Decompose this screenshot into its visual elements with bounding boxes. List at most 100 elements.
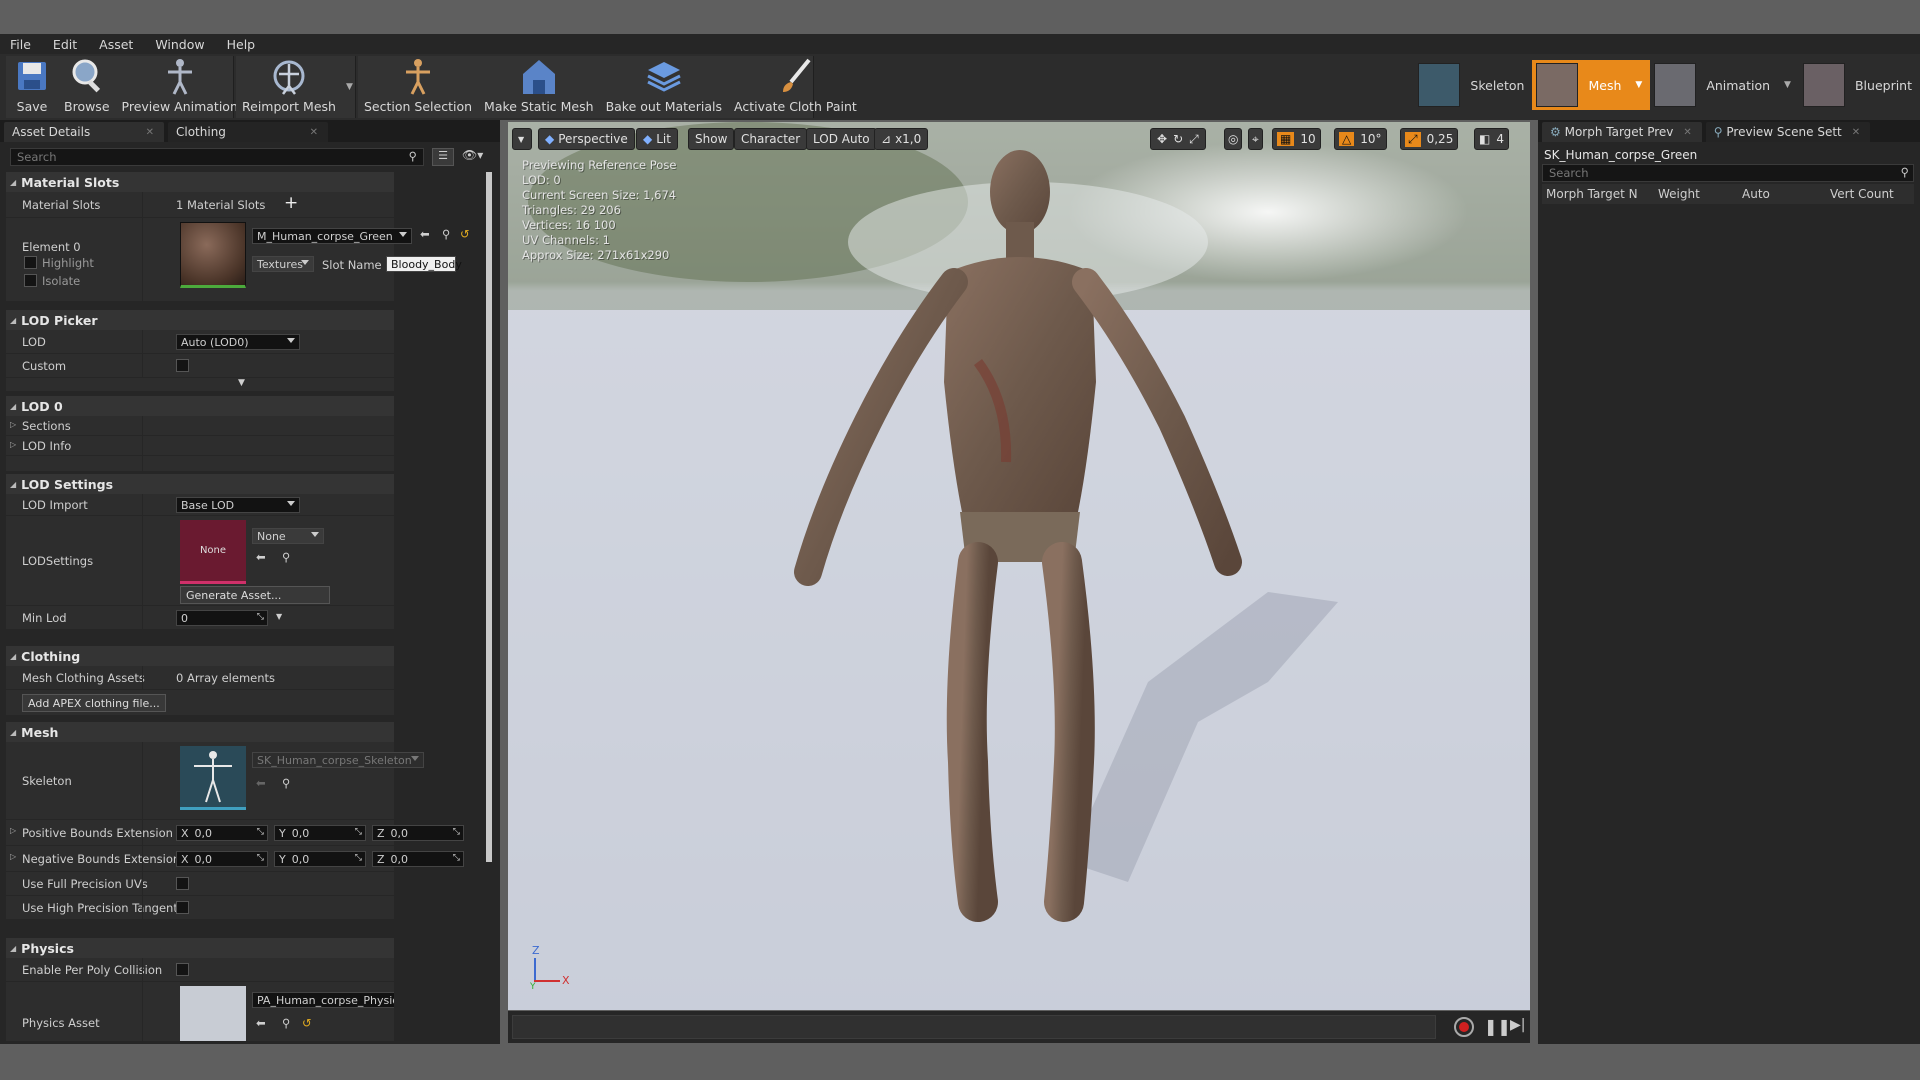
timeline-scrubber[interactable] — [512, 1015, 1436, 1039]
material-combo[interactable]: M_Human_corpse_Green — [252, 228, 412, 244]
browse-icon[interactable]: ⚲ — [282, 776, 290, 790]
skeleton-thumbnail[interactable] — [180, 746, 246, 810]
menu-edit[interactable]: Edit — [53, 37, 77, 52]
isolate-checkbox[interactable] — [24, 274, 37, 287]
tab-clothing[interactable]: Clothing ✕ — [168, 122, 328, 142]
section-lod-picker[interactable]: ◢ LOD Picker — [6, 310, 394, 330]
physics-asset-combo[interactable]: PA_Human_corpse_PhysicsAsset — [252, 992, 394, 1008]
record-button[interactable] — [1454, 1017, 1474, 1037]
mode-animation-dropdown-icon[interactable]: ▼ — [1784, 80, 1791, 90]
surface-snap-toggle[interactable]: ⌖ — [1248, 128, 1263, 150]
mode-mesh-dropdown-icon[interactable]: ▼ — [1635, 80, 1642, 90]
section-selection-button[interactable]: Section Selection — [358, 56, 478, 118]
lod-auto-button[interactable]: LOD Auto — [806, 128, 877, 150]
highlight-checkbox[interactable] — [24, 256, 37, 269]
mode-animation[interactable]: Animation ▼ — [1650, 60, 1799, 110]
playback-speed-button[interactable]: ⊿ x1,0 — [874, 128, 929, 150]
positive-bounds-x[interactable]: X 0,0 ⤡ — [176, 825, 268, 841]
browse-icon[interactable]: ⚲ — [282, 1016, 290, 1030]
lodsettings-combo[interactable]: None — [252, 528, 324, 544]
details-search-input[interactable]: Search ⚲ — [10, 148, 424, 166]
section-clothing[interactable]: ◢ Clothing — [6, 646, 394, 666]
section-material-slots[interactable]: ◢ Material Slots — [6, 172, 394, 192]
add-apex-button[interactable]: Add APEX clothing file... — [22, 694, 166, 712]
browse-icon[interactable]: ⚲ — [282, 550, 290, 564]
add-icon[interactable]: + — [284, 193, 298, 213]
column-morph-target-name[interactable]: Morph Target N — [1546, 187, 1638, 201]
save-button[interactable]: Save — [6, 56, 58, 118]
menu-help[interactable]: Help — [227, 37, 256, 52]
menu-asset[interactable]: Asset — [99, 37, 133, 52]
section-mesh[interactable]: ◢ Mesh — [6, 722, 394, 742]
lod-import-dropdown[interactable]: Base LOD — [176, 497, 300, 513]
section-lod0[interactable]: ◢ LOD 0 — [6, 396, 394, 416]
pause-button[interactable]: ❚❚ — [1484, 1017, 1511, 1036]
tab-preview-scene-settings[interactable]: ⚲ Preview Scene Sett ✕ — [1705, 122, 1871, 142]
scale-snap[interactable]: ⤢ 0,25 — [1400, 128, 1459, 150]
column-weight[interactable]: Weight — [1658, 187, 1700, 201]
menu-file[interactable]: File — [10, 37, 31, 52]
menu-window[interactable]: Window — [155, 37, 204, 52]
use-selected-icon[interactable]: ⬅ — [256, 1016, 266, 1030]
bake-out-materials-button[interactable]: Bake out Materials — [600, 56, 728, 118]
generate-asset-button[interactable]: Generate Asset... — [180, 586, 330, 604]
rotate-icon[interactable]: ↻ — [1173, 132, 1183, 146]
close-icon[interactable]: ✕ — [1852, 127, 1860, 138]
positive-bounds-y[interactable]: Y 0,0 ⤡ — [274, 825, 366, 841]
per-poly-collision-checkbox[interactable] — [176, 963, 189, 976]
negative-bounds-y[interactable]: Y 0,0 ⤡ — [274, 851, 366, 867]
mode-blueprint[interactable]: Blueprint — [1799, 60, 1920, 110]
high-precision-tangent-checkbox[interactable] — [176, 901, 189, 914]
show-button[interactable]: Show — [688, 128, 735, 150]
close-icon[interactable]: ✕ — [146, 127, 154, 138]
eye-icon[interactable]: 👁▾ — [462, 148, 492, 166]
custom-checkbox[interactable] — [176, 359, 189, 372]
rotation-snap[interactable]: △ 10° — [1334, 128, 1387, 150]
tab-asset-details[interactable]: Asset Details ✕ — [4, 122, 164, 142]
section-physics[interactable]: ◢ Physics — [6, 938, 394, 958]
tab-morph-target-preview[interactable]: ⚙ Morph Target Prev ✕ — [1542, 122, 1702, 142]
lit-button[interactable]: ◆ Lit — [636, 128, 678, 150]
row-lod-info[interactable]: ▷ LOD Info — [6, 436, 394, 456]
positive-bounds-z[interactable]: Z 0,0 ⤡ — [372, 825, 464, 841]
make-static-mesh-button[interactable]: Make Static Mesh — [478, 56, 600, 118]
character-button[interactable]: Character — [734, 128, 808, 150]
mode-skeleton[interactable]: Skeleton — [1414, 60, 1532, 110]
close-icon[interactable]: ✕ — [310, 127, 318, 138]
reset-icon[interactable]: ↺ — [302, 1016, 312, 1030]
expand-arrow-icon[interactable]: ▼ — [238, 378, 245, 388]
row-sections[interactable]: ▷ Sections — [6, 416, 394, 436]
scale-icon[interactable]: ⤢ — [1189, 132, 1199, 147]
preview-animation-button[interactable]: Preview Animation — [116, 56, 244, 118]
section-lod-settings[interactable]: ◢ LOD Settings — [6, 474, 394, 494]
min-lod-dropdown-icon[interactable]: ▼ — [276, 612, 282, 621]
viewport[interactable]: ▼ ◆ Perspective ◆ Lit Show Character LOD A… — [508, 122, 1530, 1010]
details-scrollbar[interactable] — [486, 172, 492, 862]
lodsettings-thumbnail[interactable]: None — [180, 520, 246, 584]
browse-icon[interactable]: ⚲ — [442, 227, 450, 241]
translate-icon[interactable]: ✥ — [1157, 132, 1167, 146]
full-precision-uvs-checkbox[interactable] — [176, 877, 189, 890]
view-options-icon[interactable]: ☰ — [432, 148, 454, 166]
perspective-button[interactable]: ◆ Perspective — [538, 128, 635, 150]
reimport-dropdown[interactable]: ▼ — [342, 56, 357, 118]
column-auto[interactable]: Auto — [1742, 187, 1770, 201]
step-forward-button[interactable]: ▶| — [1510, 1017, 1525, 1033]
reset-icon[interactable]: ↺ — [460, 227, 470, 241]
world-local-toggle[interactable]: ◎ — [1224, 128, 1243, 150]
morph-search-input[interactable]: Search ⚲ — [1542, 164, 1914, 182]
browse-button[interactable]: Browse — [58, 56, 116, 118]
column-vert-count[interactable]: Vert Count — [1830, 187, 1894, 201]
textures-dropdown[interactable]: Textures — [252, 256, 314, 272]
lod-dropdown[interactable]: Auto (LOD0) — [176, 334, 300, 350]
close-icon[interactable]: ✕ — [1683, 127, 1691, 138]
expand-icon[interactable]: ▷ — [10, 852, 16, 861]
use-selected-icon[interactable]: ⬅ — [420, 227, 430, 241]
grid-snap[interactable]: ▦ 10 — [1272, 128, 1321, 150]
slot-name-input[interactable]: Bloody_Body — [386, 256, 462, 272]
physics-asset-thumbnail[interactable] — [180, 986, 246, 1041]
negative-bounds-x[interactable]: X 0,0 ⤡ — [176, 851, 268, 867]
negative-bounds-z[interactable]: Z 0,0 ⤡ — [372, 851, 464, 867]
material-thumbnail[interactable] — [180, 222, 246, 288]
activate-cloth-paint-button[interactable]: Activate Cloth Paint — [728, 56, 863, 118]
